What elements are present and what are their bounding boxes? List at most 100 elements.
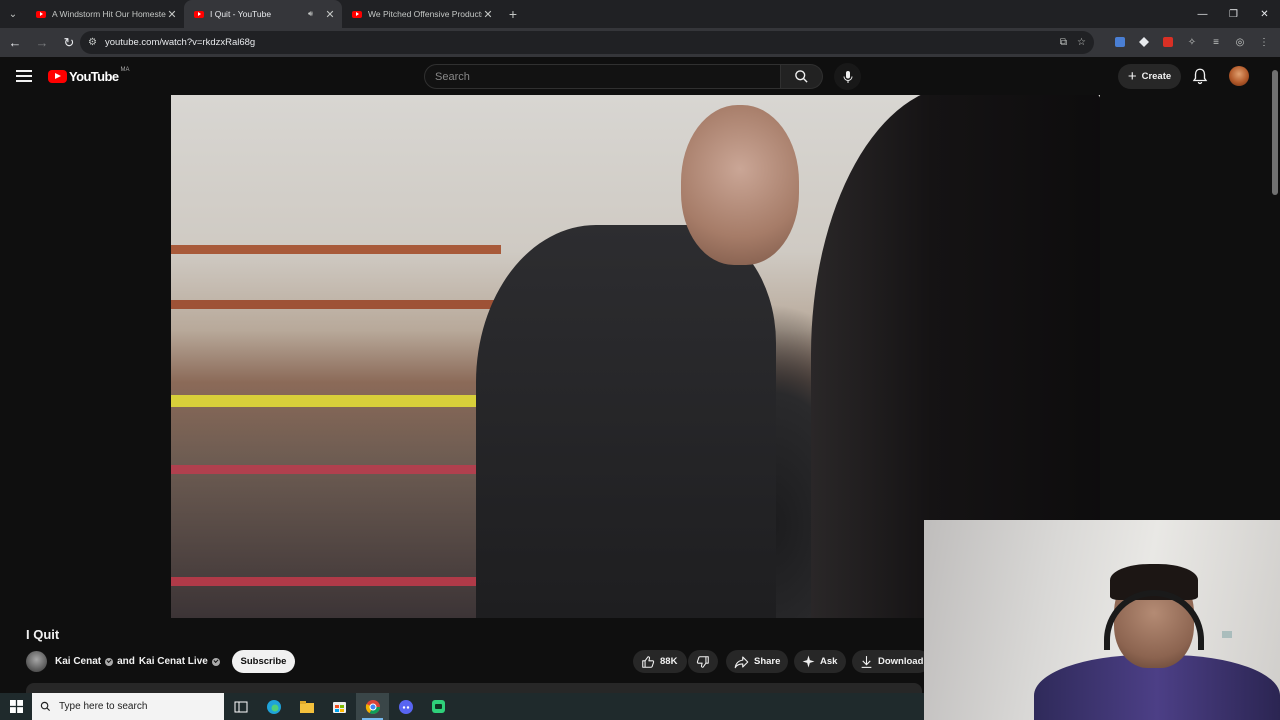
download-button[interactable]: Download	[852, 650, 930, 673]
browser-menu-icon[interactable]: ⋮	[1254, 32, 1274, 52]
channel-name-primary[interactable]: Kai Cenat	[55, 656, 101, 667]
tab-title: A Windstorm Hit Our Homeste	[52, 9, 166, 19]
chrome-icon[interactable]	[356, 693, 389, 720]
video-frame-detail	[171, 300, 501, 309]
create-button[interactable]: + Create	[1118, 64, 1181, 89]
verified-badge-icon	[105, 657, 114, 666]
video-frame-detail	[171, 577, 501, 586]
microsoft-store-icon[interactable]	[323, 693, 356, 720]
diamond-extension-icon[interactable]	[1134, 32, 1154, 52]
taskbar-search-box[interactable]: Type here to search	[32, 693, 224, 720]
search-button[interactable]	[781, 64, 823, 89]
profile-icon[interactable]: ◎	[1230, 32, 1250, 52]
tab-close-icon[interactable]: ✕	[482, 8, 494, 21]
ask-label: Ask	[820, 656, 838, 667]
video-frame-person	[476, 225, 776, 618]
like-count: 88K	[660, 656, 678, 667]
new-tab-button[interactable]: +	[500, 6, 526, 22]
window-close-icon[interactable]: ✕	[1249, 0, 1280, 28]
back-arrow-icon[interactable]: ←	[3, 31, 27, 55]
youtube-favicon-icon	[352, 10, 362, 18]
youtube-favicon-icon	[36, 10, 46, 18]
account-avatar[interactable]	[1229, 66, 1249, 86]
share-button[interactable]: Share	[726, 650, 788, 673]
share-arrow-icon	[734, 655, 749, 668]
reload-icon[interactable]: ↻	[57, 31, 81, 55]
tab-audio-icon[interactable]: 🔊︎	[308, 9, 320, 19]
channel-avatar[interactable]	[26, 651, 47, 672]
channel-name-secondary[interactable]: Kai Cenat Live	[139, 656, 208, 667]
tab-windstorm[interactable]: A Windstorm Hit Our Homeste ✕	[26, 0, 184, 28]
minimize-icon[interactable]: —	[1187, 0, 1218, 28]
voice-search-button[interactable]	[834, 63, 861, 90]
microphone-icon	[843, 70, 852, 83]
channel-names: Kai Cenat and Kai Cenat Live	[55, 656, 224, 667]
tab-search-chevron-icon[interactable]: ⌄	[0, 0, 26, 28]
tab-title: We Pitched Offensive Products	[368, 9, 482, 19]
video-frame-detail	[171, 465, 501, 474]
video-title: I Quit	[26, 627, 60, 642]
plus-icon: +	[1127, 68, 1137, 85]
tab-close-icon[interactable]: ✕	[166, 8, 178, 21]
download-icon	[861, 655, 872, 668]
video-frame-person-head	[681, 105, 799, 265]
share-label: Share	[754, 656, 781, 667]
discord-icon[interactable]	[389, 693, 422, 720]
youtube-play-logo-icon	[48, 70, 67, 83]
wall-detail	[1222, 631, 1232, 638]
tab-close-icon[interactable]: ✕	[324, 8, 336, 21]
browser-toolbar: ← → ↻ ⚙ youtube.com/watch?v=rkdzxRal68g …	[0, 28, 1280, 57]
tab-title: I Quit - YouTube	[210, 9, 272, 19]
streaming-app-icon[interactable]	[422, 693, 455, 720]
create-label: Create	[1141, 71, 1172, 82]
address-bar[interactable]: ⚙ youtube.com/watch?v=rkdzxRal68g ⧉ ☆	[80, 31, 1094, 54]
tab-offensive-products[interactable]: We Pitched Offensive Products ✕	[342, 0, 500, 28]
thumbs-up-icon	[642, 655, 655, 668]
translate-extension-icon[interactable]	[1110, 32, 1130, 52]
red-extension-icon[interactable]	[1158, 32, 1178, 52]
logo-wordmark: YouTube	[69, 69, 119, 84]
country-code: MA	[120, 66, 130, 73]
extensions-puzzle-icon[interactable]: ✧	[1182, 32, 1202, 52]
guide-menu-icon[interactable]	[14, 68, 34, 84]
edge-browser-icon[interactable]	[257, 693, 290, 720]
taskbar-search-placeholder: Type here to search	[59, 701, 148, 712]
webcam-overlay	[924, 520, 1280, 720]
like-button[interactable]: 88K	[633, 650, 687, 673]
video-frame-detail	[171, 395, 491, 407]
youtube-masthead: YouTube MA + Create	[0, 57, 1280, 95]
url-text: youtube.com/watch?v=rkdzxRal68g	[104, 37, 256, 48]
browser-tab-strip: ⌄ A Windstorm Hit Our Homeste ✕ I Quit -…	[0, 0, 1280, 28]
site-info-icon[interactable]: ⚙	[88, 37, 97, 48]
bookmark-star-icon[interactable]: ☆	[1077, 37, 1086, 48]
search-box[interactable]	[424, 64, 781, 89]
sparkle-icon	[802, 655, 815, 668]
windows-start-icon[interactable]	[0, 693, 32, 720]
search-input[interactable]	[435, 70, 780, 83]
tab-i-quit[interactable]: I Quit - YouTube 🔊︎ ✕	[184, 0, 342, 28]
search-icon	[40, 701, 51, 712]
video-frame-detail	[171, 245, 501, 254]
windows-taskbar: Type here to search	[0, 693, 924, 720]
forward-arrow-icon[interactable]: →	[30, 31, 54, 55]
verified-badge-icon	[211, 657, 220, 666]
ask-button[interactable]: Ask	[794, 650, 846, 673]
task-view-icon[interactable]	[224, 693, 257, 720]
page-scrollbar-thumb[interactable]	[1272, 70, 1278, 195]
restore-icon[interactable]: ❐	[1218, 0, 1249, 28]
description-box[interactable]	[26, 683, 922, 693]
extensions-area: ✧ ≡ ◎ ⋮	[1110, 32, 1274, 52]
notifications-bell-icon[interactable]	[1191, 67, 1209, 85]
youtube-favicon-icon	[194, 10, 204, 18]
media-control-icon[interactable]: ≡	[1206, 32, 1226, 52]
subscribe-button[interactable]: Subscribe	[232, 650, 295, 673]
channel-joiner: and	[117, 656, 135, 667]
file-explorer-icon[interactable]	[290, 693, 323, 720]
install-app-icon[interactable]: ⧉	[1060, 37, 1067, 48]
download-label: Download	[878, 656, 924, 667]
window-controls: — ❐ ✕	[1187, 0, 1280, 28]
dislike-button[interactable]	[688, 650, 718, 673]
search-icon	[795, 70, 808, 83]
youtube-logo[interactable]: YouTube MA	[48, 66, 130, 84]
thumbs-down-icon	[696, 655, 709, 668]
